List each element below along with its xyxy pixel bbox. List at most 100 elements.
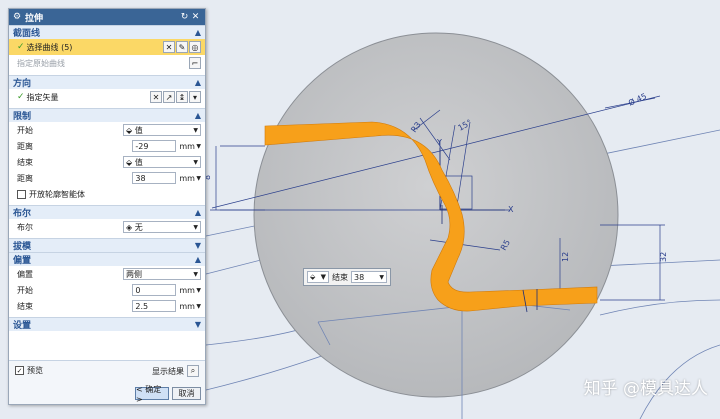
dialog-title: 拉伸 [25,13,44,24]
chevron-up-icon: ▲ [194,208,201,217]
gear-icon[interactable]: ⚙ [13,12,25,22]
boolean-dropdown[interactable]: ◈ 无 ▼ [123,221,201,233]
boolean-dropdown-value: 无 [134,222,143,232]
check-icon: ✓ [17,42,25,52]
ok-button[interactable]: < 确定 > [135,385,169,404]
limit-start-dropdown[interactable]: ⬙ 值 ▼ [123,124,201,136]
floating-end-label: 结束 [332,272,348,282]
check-icon: ✓ [17,92,25,102]
offset-type-label: 偏置 [17,269,33,279]
watermark-text: 知乎 @模具达人 [583,379,708,399]
offset-type-row: 偏置 两侧 ▼ [9,266,205,282]
limit-end-distance-input[interactable]: 38 [132,172,177,184]
reverse-direction-icon[interactable]: ✕ [150,91,162,103]
dim-rc: 12 [561,252,570,262]
chevron-up-icon: ▲ [194,111,201,120]
limit-end-dropdown-value: 值 [134,157,143,167]
open-profile-checkbox[interactable] [17,189,26,199]
floating-end-value-text: 38 [354,272,365,282]
offset-end-row: 结束 2.5 mm ▼ [9,298,205,314]
offset-start-row: 开始 0 mm ▼ [9,282,205,298]
chevron-down-icon[interactable]: ▼ [196,287,201,294]
limit-end-dropdown[interactable]: ⬙ 值 ▼ [123,156,201,168]
section-draft-title: 拔模 [13,242,32,252]
section-settings-header[interactable]: 设置 ▼ [9,317,205,331]
section-offset-header[interactable]: 偏置 ▲ [9,252,205,266]
section-direction-header[interactable]: 方向 ▲ [9,75,205,89]
dialog-titlebar: ⚙ 拉伸 ↻ ✕ [9,9,205,25]
dialog-footer: ✓ 预览 显示结果 ⌕ < 确定 > 取消 [9,360,205,404]
chevron-up-icon: ▲ [194,28,201,37]
chevron-up-icon: ▲ [194,78,201,87]
limit-start-distance-row: 距离 -29 mm ▼ [9,138,205,154]
limit-end-label: 结束 [17,157,33,167]
floating-end-input[interactable]: ⬙ ▼ 结束 38 ▼ [303,268,391,286]
offset-type-value: 两侧 [126,269,142,279]
floating-type-dropdown[interactable]: ⬙ ▼ [307,271,329,283]
preview-row[interactable]: ✓ 预览 [15,365,43,376]
offset-type-dropdown[interactable]: 两侧 ▼ [123,268,201,280]
origin-curve-label: 指定原始曲线 [17,58,65,68]
limit-start-distance-label: 距离 [17,141,33,151]
reset-icon[interactable]: ↻ [179,12,190,22]
offset-end-label: 结束 [17,301,33,311]
limit-start-distance-input[interactable]: -29 [132,140,177,152]
close-icon[interactable]: ✕ [190,12,201,22]
preview-label: 预览 [27,366,43,375]
offset-end-unit: mm [179,301,195,311]
curve-rule-icon[interactable]: ✕ [163,41,175,53]
section-curve-header[interactable]: 截面线 ▲ [9,25,205,39]
section-limits-title: 限制 [13,112,32,122]
offset-end-input[interactable]: 2.5 [132,300,177,312]
boolean-label: 布尔 [17,222,33,232]
curve-select-icon[interactable]: ◎ [189,41,201,53]
axis-x-label: X [508,205,514,214]
chevron-down-icon: ▼ [194,241,201,250]
chevron-down-icon[interactable]: ▼ [196,303,201,310]
section-boolean-header[interactable]: 布尔 ▲ [9,205,205,219]
extrude-dialog: ⚙ 拉伸 ↻ ✕ 截面线 ▲ ✓ 选择曲线 (5) ✕ ✎ ◎ 指定原始曲线 ⌐ 方向… [8,8,206,405]
vector-dialog-icon[interactable]: ↗ [163,91,175,103]
limit-end-distance-label: 距离 [17,173,33,183]
show-result-label: 显示结果 [152,366,184,376]
chevron-down-icon: ▼ [193,158,198,166]
offset-start-unit: mm [179,285,195,295]
limit-start-dropdown-value: 值 [134,125,143,135]
open-profile-row[interactable]: 开放轮廓智能体 [9,186,205,202]
magnifier-icon[interactable]: ⌕ [187,365,199,377]
chevron-down-icon: ▼ [193,223,198,231]
section-limits-header[interactable]: 限制 ▲ [9,108,205,122]
floating-end-value[interactable]: 38 ▼ [351,271,387,283]
show-result-row[interactable]: 显示结果 ⌕ [152,365,199,377]
preview-checkbox[interactable]: ✓ [15,366,24,375]
section-settings-title: 设置 [13,321,32,331]
limit-start-row: 开始 ⬙ 值 ▼ [9,122,205,138]
section-direction-title: 方向 [13,79,32,89]
limit-start-unit: mm [179,141,195,151]
specify-vector-row[interactable]: ✓ 指定矢量 ✕ ↗ ↨ ▾ [9,89,205,105]
select-curve-label: 选择曲线 (5) [26,42,73,52]
cancel-button[interactable]: 取消 [172,387,201,400]
origin-curve-icon[interactable]: ⌐ [189,57,201,69]
value-type-icon: ⬙ [126,125,135,135]
chevron-down-icon: ▼ [320,273,326,281]
open-profile-label: 开放轮廓智能体 [29,189,85,199]
section-draft-header[interactable]: 拔模 ▼ [9,238,205,252]
sphere-body [253,32,619,398]
select-curve-row[interactable]: ✓ 选择曲线 (5) ✕ ✎ ◎ [9,39,205,55]
vector-type-icon[interactable]: ↨ [176,91,188,103]
section-curve-title: 截面线 [13,29,41,39]
chevron-down-icon[interactable]: ▼ [196,143,201,150]
limit-end-distance-row: 距离 38 mm ▼ [9,170,205,186]
sketch-icon[interactable]: ✎ [176,41,188,53]
chevron-down-icon: ▼ [193,270,198,278]
cube-icon: ⬙ [310,273,316,281]
chevron-down-icon[interactable]: ▾ [189,91,201,103]
chevron-up-icon: ▲ [194,255,201,264]
chevron-down-icon: ▼ [194,320,201,329]
chevron-down-icon[interactable]: ▼ [196,175,201,182]
offset-start-input[interactable]: 0 [132,284,177,296]
origin-curve-row[interactable]: 指定原始曲线 ⌐ [9,55,205,71]
boolean-none-icon: ◈ [126,222,135,232]
limit-start-label: 开始 [17,125,33,135]
